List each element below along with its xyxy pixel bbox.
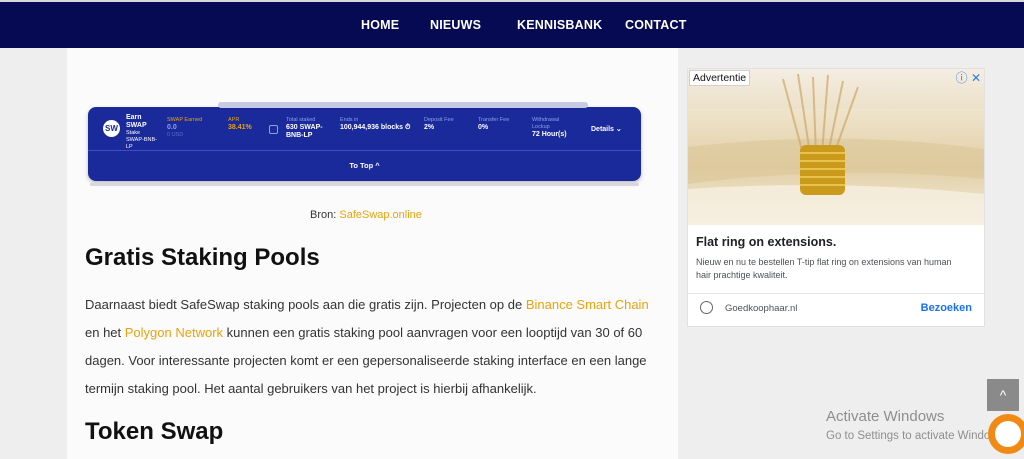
section-heading-staking-pools: Gratis Staking Pools xyxy=(85,244,320,271)
hair-extensions-illustration xyxy=(688,73,984,225)
ad-hair-extensions-image[interactable] xyxy=(688,69,984,225)
nav-item-contact[interactable]: CONTACT xyxy=(625,18,687,32)
activate-windows-subtitle: Go to Settings to activate Windows. xyxy=(826,430,1008,442)
nav-item-nieuws[interactable]: NIEUWS xyxy=(430,18,481,32)
widget-details-button[interactable]: Details ⌄ xyxy=(591,126,622,134)
article-paragraph: Daarnaast biedt SafeSwap staking pools a… xyxy=(85,291,655,403)
activate-windows-title: Activate Windows xyxy=(826,408,945,425)
source-prefix: Bron: xyxy=(310,209,340,221)
widget-withdrawal-lockup: Withdrawal Lockup 72 Hour(s) xyxy=(532,117,567,138)
paragraph-text-1: Daarnaast biedt SafeSwap staking pools a… xyxy=(85,297,526,312)
widget-apr: APR 38.41% xyxy=(228,117,252,131)
scroll-to-top-button[interactable]: ^ xyxy=(987,379,1019,411)
top-navigation: HOME NIEUWS KENNISBANK CONTACT xyxy=(0,0,1024,48)
ad-info-close-icon[interactable]: ⓘ ✕ xyxy=(956,69,981,86)
widget-transfer-fee: Transfer Fee 0% xyxy=(478,117,510,131)
swap-logo-icon: SW xyxy=(103,120,120,137)
nav-item-kennisbank[interactable]: KENNISBANK xyxy=(517,18,602,32)
advertisement[interactable]: Advertentie ⓘ ✕ Flat ring on extensions.… xyxy=(687,68,985,327)
widget-swap-earned: SWAP Earned 0.0 0 USD xyxy=(167,117,203,138)
ad-label-badge: Advertentie xyxy=(689,70,751,86)
widget-total-staked: Total staked 630 SWAP- BNB-LP xyxy=(286,117,323,139)
widget-pool-title: Earn SWAP Stake SWAP-BNB- LP xyxy=(126,114,157,150)
globe-icon xyxy=(700,301,713,314)
ad-visit-button[interactable]: Bezoeken xyxy=(921,302,972,314)
widget-to-top-button[interactable]: To Top ^ xyxy=(88,161,641,170)
staking-pool-widget-image: SW Earn SWAP Stake SWAP-BNB- LP SWAP Ear… xyxy=(88,102,641,181)
widget-deposit-fee: Deposit Fee 2% xyxy=(424,117,454,131)
widget-top-edge xyxy=(218,102,588,108)
section-heading-token-swap: Token Swap xyxy=(85,418,224,445)
link-polygon-network[interactable]: Polygon Network xyxy=(125,325,223,340)
widget-shadow xyxy=(90,183,639,186)
link-binance-smart-chain[interactable]: Binance Smart Chain xyxy=(526,297,649,312)
source-link[interactable]: SafeSwap.online xyxy=(339,209,422,221)
calculator-icon[interactable] xyxy=(269,125,278,134)
ad-divider xyxy=(688,293,984,294)
paragraph-text-2: en het xyxy=(85,325,125,340)
ad-title[interactable]: Flat ring on extensions. xyxy=(696,235,836,249)
widget-ends-in: Ends in 100,944,936 blocks ⏱ xyxy=(340,117,411,131)
bell-icon xyxy=(993,419,1023,449)
ad-description: Nieuw en nu te bestellen T-tip flat ring… xyxy=(696,257,952,280)
notification-bell-button[interactable] xyxy=(988,414,1024,454)
nav-item-home[interactable]: HOME xyxy=(361,18,399,32)
ad-domain: Goedkoophaar.nl xyxy=(725,303,798,314)
widget-divider xyxy=(88,150,641,151)
